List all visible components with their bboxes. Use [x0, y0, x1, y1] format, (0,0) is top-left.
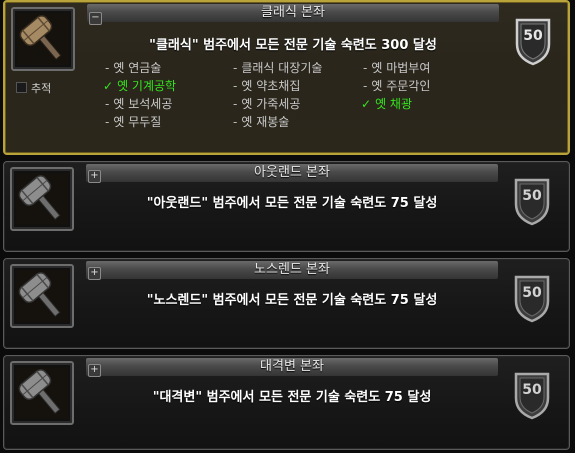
dash-icon: -	[105, 115, 110, 129]
dash-icon: -	[233, 115, 238, 129]
criteria-item: -옛 마법부여	[363, 61, 431, 75]
achievement-description: "대격변" 범주에서 모든 전문 기술 숙련도 75 달성	[152, 390, 432, 405]
dash-icon: -	[363, 61, 368, 75]
points-value: 50	[522, 382, 542, 398]
achievement-title: 아웃랜드 본좌	[86, 164, 498, 182]
track-checkbox-box[interactable]	[16, 82, 27, 93]
criteria-item: -옛 보석세공	[105, 97, 173, 111]
criteria-item-completed: ✓ 옛 채광	[361, 97, 412, 111]
achievement-description: "노스렌드" 범주에서 모든 전문 기술 숙련도 75 달성	[146, 293, 438, 308]
criteria-item: -옛 연금술	[105, 61, 162, 75]
criteria-item: -옛 약초채집	[233, 79, 301, 93]
checkmark-icon: ✓	[361, 97, 372, 111]
checkmark-icon: ✓	[103, 79, 114, 93]
shield-icon: 50	[512, 370, 552, 420]
hammer-icon	[10, 361, 74, 425]
dash-icon: -	[363, 79, 368, 93]
achievement-description: "클래식" 범주에서 모든 전문 기술 숙련도 300 달성	[149, 38, 437, 53]
achievement-title: 클래식 본좌	[87, 4, 499, 22]
criteria-item: -옛 무두질	[105, 115, 162, 129]
dash-icon: -	[233, 79, 238, 93]
dash-icon: -	[233, 97, 238, 111]
track-label: 추적	[31, 82, 52, 95]
collapse-toggle-button[interactable]: −	[89, 12, 102, 25]
criteria-item: - 클래식 대장기술	[233, 61, 323, 75]
hammer-icon	[10, 264, 74, 328]
shield-icon: 50	[513, 16, 553, 66]
shield-icon: 50	[512, 176, 552, 226]
criteria-item: -옛 주문각인	[363, 79, 431, 93]
expand-toggle-button[interactable]: +	[88, 170, 101, 183]
expand-toggle-button[interactable]: +	[88, 364, 101, 377]
hammer-icon	[10, 167, 74, 231]
achievement-card-outland[interactable]: 아웃랜드 본좌 + "아웃랜드" 범주에서 모든 전문 기술 숙련도 75 달성…	[3, 161, 570, 252]
shield-icon: 50	[512, 273, 552, 323]
achievement-card-cataclysm[interactable]: 대격변 본좌 + "대격변" 범주에서 모든 전문 기술 숙련도 75 달성 5…	[3, 355, 570, 450]
points-value: 50	[523, 28, 543, 44]
hammer-icon	[11, 7, 75, 71]
achievement-card-northrend[interactable]: 노스렌드 본좌 + "노스렌드" 범주에서 모든 전문 기술 숙련도 75 달성…	[3, 258, 570, 349]
track-checkbox[interactable]: 추적	[16, 80, 51, 96]
points-value: 50	[522, 285, 542, 301]
points-value: 50	[522, 188, 542, 204]
achievement-card-classic[interactable]: 클래식 본좌 − 추적 "클래식" 범주에서 모든 전문 기술 숙련도 300 …	[3, 0, 570, 155]
achievement-title: 노스렌드 본좌	[86, 261, 498, 279]
dash-icon: -	[105, 97, 110, 111]
dash-icon: -	[233, 61, 238, 75]
expand-toggle-button[interactable]: +	[88, 267, 101, 280]
achievement-title: 대격변 본좌	[86, 358, 498, 376]
criteria-item: -옛 가죽세공	[233, 97, 301, 111]
criteria-item: -옛 재봉술	[233, 115, 290, 129]
dash-icon: -	[105, 61, 110, 75]
criteria-item-completed: ✓ 옛 기계공학	[103, 79, 177, 93]
achievement-description: "아웃랜드" 범주에서 모든 전문 기술 숙련도 75 달성	[146, 196, 438, 211]
